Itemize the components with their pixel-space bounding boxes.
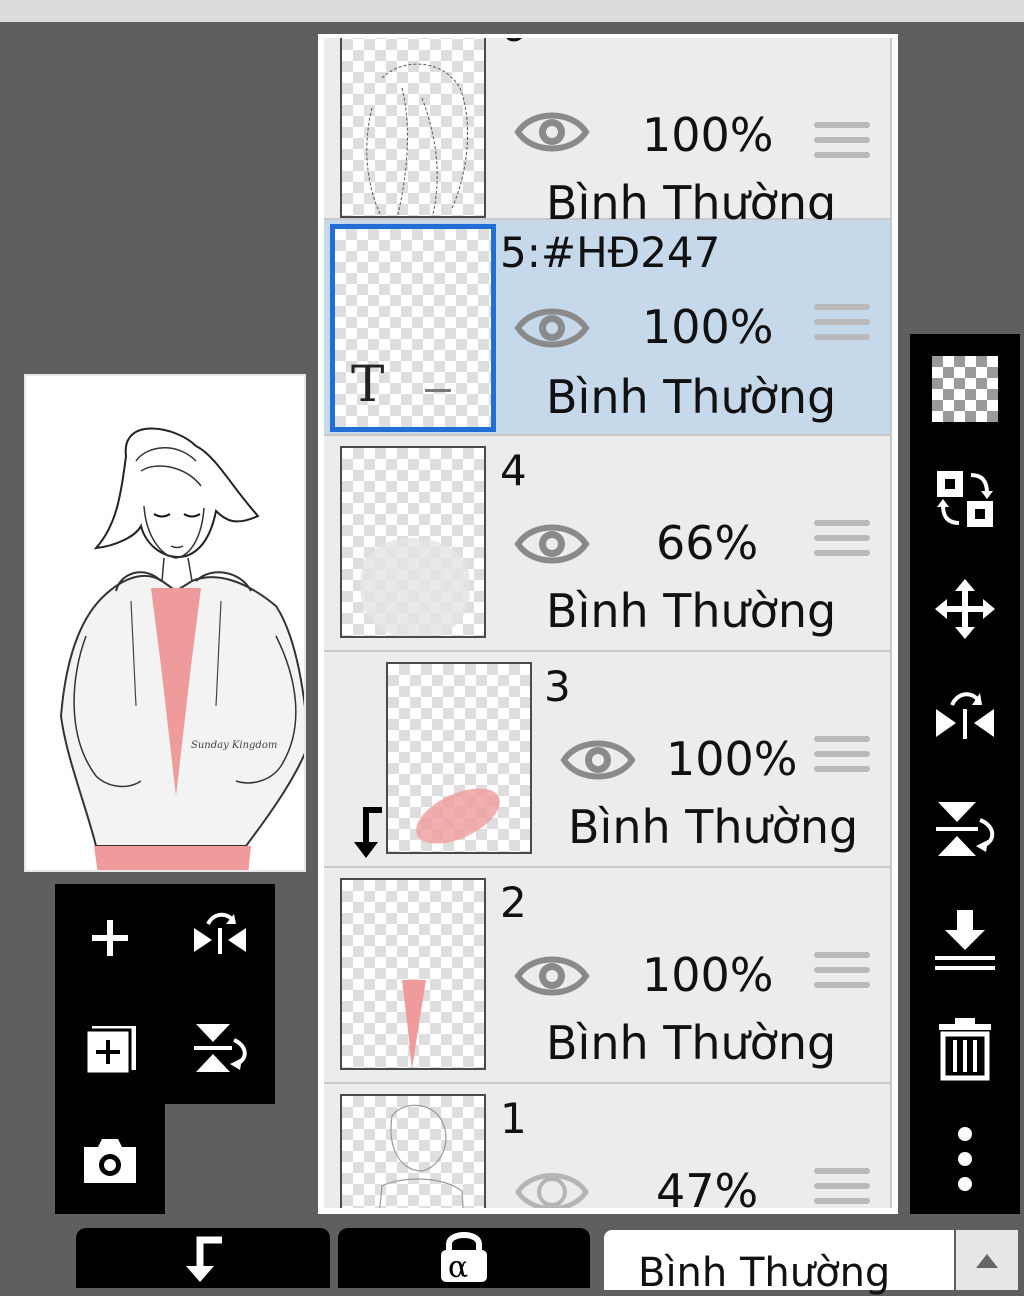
transparency-icon[interactable]: [930, 354, 1000, 424]
clip-arrow-icon: [186, 1236, 222, 1282]
blend-mode-value: Bình Thường: [638, 1250, 891, 1296]
drag-handle-icon[interactable]: [814, 304, 870, 352]
drag-handle-icon[interactable]: [814, 736, 870, 784]
merge-down-icon[interactable]: [930, 904, 1000, 974]
layer-thumbnail: [340, 878, 486, 1070]
eye-icon[interactable]: [514, 108, 590, 156]
layer-name: 3: [544, 662, 571, 711]
flip-horizontal-icon[interactable]: [188, 906, 252, 970]
layer-opacity[interactable]: 100%: [666, 732, 798, 786]
layer-thumbnail: [340, 38, 486, 218]
layer-row[interactable]: 3 100% Bình Thường: [324, 652, 890, 866]
flip-vertical-icon[interactable]: [188, 1016, 252, 1080]
blend-mode-dropdown[interactable]: [956, 1230, 1018, 1290]
layer-opacity[interactable]: 100%: [642, 300, 774, 354]
layer-row[interactable]: 4 66% Bình Thường: [324, 436, 890, 650]
add-layer-icon[interactable]: [78, 906, 142, 970]
top-strip: [0, 0, 1024, 22]
layer-opacity[interactable]: 66%: [656, 516, 758, 570]
more-icon[interactable]: [930, 1124, 1000, 1194]
eye-icon[interactable]: [514, 1168, 590, 1208]
drag-handle-icon[interactable]: [814, 122, 870, 170]
jacket-text: Sunday Kingdom: [191, 740, 277, 751]
layer-blend-mode[interactable]: Bình Thường: [568, 800, 858, 854]
move-icon[interactable]: [930, 574, 1000, 644]
eye-icon[interactable]: [514, 952, 590, 1000]
eye-icon[interactable]: [514, 520, 590, 568]
eye-icon[interactable]: [560, 736, 636, 784]
layer-opacity[interactable]: 100%: [642, 948, 774, 1002]
eye-icon[interactable]: [514, 304, 590, 352]
camera-icon[interactable]: [78, 1128, 142, 1192]
layer-blend-mode[interactable]: Bình Thường: [546, 1016, 836, 1070]
layer-blend-mode[interactable]: Bình Thường: [546, 370, 836, 424]
preview-illustration: Sunday Kingdom: [59, 427, 304, 870]
alpha-lock-label: α: [448, 1250, 469, 1285]
layer-row[interactable]: 2 100% Bình Thường: [324, 868, 890, 1082]
clip-arrow-icon: [354, 807, 382, 858]
layer-thumbnail: [340, 1094, 486, 1208]
layer-row[interactable]: 1 47%: [324, 1084, 890, 1208]
layer-name: 6: [500, 38, 527, 51]
layer-name: 5:#HĐ247: [500, 228, 721, 277]
layer-thumbnail: [386, 662, 532, 854]
trash-icon[interactable]: [930, 1014, 1000, 1084]
flip-horizontal-icon[interactable]: [930, 684, 1000, 754]
layer-name: 1: [500, 1094, 527, 1143]
layer-name: 4: [500, 446, 527, 495]
layers-panel: 6 100% Bình Thường T 5:#HĐ247 100% Bình …: [318, 34, 898, 1214]
drag-handle-icon[interactable]: [814, 520, 870, 568]
layer-row-selected[interactable]: T 5:#HĐ247 100% Bình Thường: [324, 220, 890, 434]
drag-handle-icon[interactable]: [814, 1168, 870, 1208]
alpha-lock-button[interactable]: α: [338, 1228, 590, 1288]
swap-layer-icon[interactable]: [930, 464, 1000, 534]
layer-blend-mode[interactable]: Bình Thường: [546, 584, 836, 638]
layers-list[interactable]: 6 100% Bình Thường T 5:#HĐ247 100% Bình …: [324, 38, 892, 1208]
layer-opacity[interactable]: 47%: [656, 1164, 758, 1208]
layer-row[interactable]: 6 100% Bình Thường: [324, 38, 890, 230]
duplicate-layer-icon[interactable]: [78, 1016, 142, 1080]
blend-mode-select[interactable]: Bình Thường: [604, 1230, 954, 1296]
layer-name: 2: [500, 878, 527, 927]
flip-vertical-icon[interactable]: [930, 794, 1000, 864]
layer-thumbnail: [340, 446, 486, 638]
canvas-preview[interactable]: Sunday Kingdom: [24, 374, 306, 872]
layer-thumbnail: T: [330, 224, 496, 432]
drag-handle-icon[interactable]: [814, 952, 870, 1000]
chevron-up-icon: [976, 1254, 998, 1268]
clipping-button[interactable]: [76, 1228, 330, 1288]
layer-opacity[interactable]: 100%: [642, 108, 774, 162]
text-layer-marker: T: [351, 355, 385, 413]
